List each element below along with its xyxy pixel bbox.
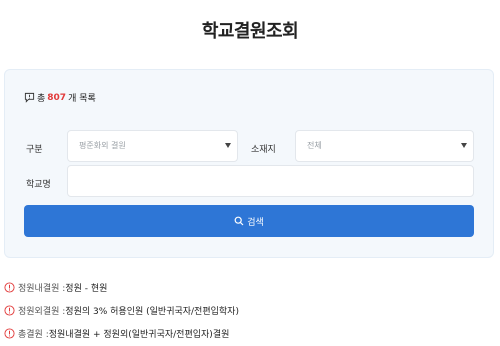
search-panel: 총 807 개 목록 구분 평준화외 결원 소재지 전체 학교명 검색 <box>4 69 494 258</box>
warning-circle-icon <box>4 327 15 339</box>
warning-circle-icon <box>4 281 15 293</box>
note-description: 정원의 3% 허용인원 (일반귀국자/전편입학자) <box>65 306 239 317</box>
page-title: 학교결원조회 <box>201 21 299 42</box>
note-item: 총결원 : 정원내결원 + 정원외(일반귀국자/전편입자)결원 <box>4 326 496 340</box>
note-term: 정원내결원 : <box>18 283 66 294</box>
result-count-number: 807 <box>47 92 67 103</box>
result-count-prefix: 총 <box>37 94 46 104</box>
chevron-down-icon <box>461 143 467 148</box>
note-term: 정원외결원 : <box>18 306 66 317</box>
division-select-value: 평준화외 결원 <box>79 141 126 150</box>
note-term: 총결원 : <box>18 329 49 340</box>
search-button-label: 검색 <box>247 216 264 227</box>
search-icon <box>234 216 244 226</box>
definition-notes: 정원내결원 : 정원 - 현원 정원외결원 : 정원의 3% 허용인원 (일반귀… <box>4 280 496 346</box>
school-name-input[interactable] <box>67 165 474 197</box>
location-select-value: 전체 <box>307 141 322 150</box>
location-select[interactable]: 전체 <box>295 130 474 162</box>
note-item: 정원외결원 : 정원의 3% 허용인원 (일반귀국자/전편입학자) <box>4 303 496 317</box>
chat-bubble-icon <box>24 92 35 103</box>
note-description: 정원 - 현원 <box>65 283 108 294</box>
division-label: 구분 <box>26 145 43 155</box>
search-button[interactable]: 검색 <box>24 205 474 237</box>
location-label: 소재지 <box>251 145 276 155</box>
division-select[interactable]: 평준화외 결원 <box>67 130 238 162</box>
note-description: 정원내결원 + 정원외(일반귀국자/전편입자)결원 <box>48 329 230 340</box>
result-count: 총 807 개 목록 <box>24 91 96 104</box>
chevron-down-icon <box>225 143 231 148</box>
school-name-label: 학교명 <box>26 180 51 190</box>
note-item: 정원내결원 : 정원 - 현원 <box>4 280 496 294</box>
result-count-suffix: 개 목록 <box>68 94 96 104</box>
warning-circle-icon <box>4 304 15 316</box>
